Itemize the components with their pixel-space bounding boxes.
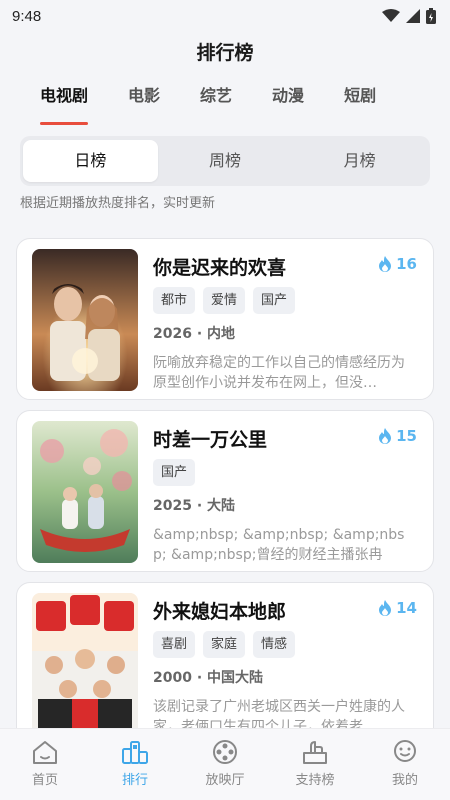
status-time: 9:48 — [12, 7, 42, 25]
ranking-card[interactable]: 你是迟来的欢喜 16 都市 爱情 国产 2026 · 内地 阮喻放弃稳定的工作以… — [16, 238, 434, 400]
tab-label: 动漫 — [272, 86, 305, 105]
tab-label: 短剧 — [344, 86, 377, 105]
wifi-icon — [382, 9, 400, 22]
tab-label: 电视剧 — [40, 86, 89, 105]
poster-image[interactable] — [32, 421, 138, 563]
ranking-card[interactable]: 时差一万公里 15 国产 2025 · 大陆 &amp;nbsp; &amp;n… — [16, 410, 434, 572]
nav-support-ranking[interactable]: 支持榜 — [270, 729, 360, 800]
tag[interactable]: 爱情 — [203, 287, 246, 314]
active-tab-indicator — [40, 122, 89, 125]
tab-label: 综艺 — [200, 86, 233, 105]
nav-label: 我的 — [391, 773, 418, 788]
ranking-list: 你是迟来的欢喜 16 都市 爱情 国产 2026 · 内地 阮喻放弃稳定的工作以… — [16, 238, 434, 754]
bottom-navigation: 首页 排行 放映厅 支持榜 我的 — [0, 728, 450, 800]
item-description: 阮喻放弃稳定的工作以自己的情感经历为原型创作小说并发布在网上，但没… — [153, 355, 405, 391]
flame-icon — [379, 428, 392, 444]
ranking-card[interactable]: 外来媳妇本地郎 14 喜剧 家庭 情感 2000 · 中国大陆 该剧记录了广州老… — [16, 582, 434, 744]
tag[interactable]: 国产 — [253, 287, 296, 314]
support-icon — [303, 741, 327, 764]
tag[interactable]: 国产 — [153, 459, 196, 486]
tab-anime[interactable]: 动漫 — [272, 82, 304, 128]
item-title: 外来媳妇本地郎 — [153, 601, 287, 623]
tag[interactable]: 情感 — [253, 631, 296, 658]
poster-image[interactable] — [32, 593, 138, 735]
poster-image[interactable] — [32, 249, 138, 391]
nav-profile[interactable]: 我的 — [360, 729, 450, 800]
nav-label: 首页 — [31, 773, 58, 788]
tab-label: 电影 — [128, 86, 161, 105]
home-icon — [33, 741, 57, 764]
tab-variety[interactable]: 综艺 — [200, 82, 232, 128]
item-description: &amp;nbsp; &amp;nbsp; &amp;nbsp; &amp;nb… — [153, 527, 405, 563]
tag-list: 喜剧 家庭 情感 — [153, 631, 296, 658]
category-tabs: 电视剧 电影 综艺 动漫 短剧 — [0, 82, 450, 128]
tag[interactable]: 喜剧 — [153, 631, 196, 658]
page-title: 排行榜 — [196, 42, 254, 64]
period-monthly[interactable]: 月榜 — [292, 140, 427, 182]
nav-ranking[interactable]: 排行 — [90, 729, 180, 800]
heat-score: 15 — [378, 427, 417, 445]
item-title: 你是迟来的欢喜 — [153, 257, 287, 279]
year-region: 2026 · 内地 — [153, 326, 236, 342]
nav-label: 放映厅 — [205, 773, 245, 788]
tag-list: 国产 — [153, 459, 196, 486]
tag[interactable]: 家庭 — [203, 631, 246, 658]
nav-home[interactable]: 首页 — [0, 729, 90, 800]
nav-label: 排行 — [121, 773, 148, 788]
year-region: 2000 · 中国大陆 — [153, 670, 264, 686]
tag[interactable]: 都市 — [153, 287, 196, 314]
film-reel-icon — [213, 740, 237, 764]
flame-icon — [379, 256, 392, 272]
tab-movies[interactable]: 电影 — [128, 82, 160, 128]
heat-value: 14 — [396, 599, 417, 617]
tag-list: 都市 爱情 国产 — [153, 287, 296, 314]
heat-score: 14 — [378, 599, 417, 617]
period-daily[interactable]: 日榜 — [23, 140, 158, 182]
tab-tv-series[interactable]: 电视剧 — [40, 82, 89, 128]
period-weekly[interactable]: 周榜 — [158, 140, 293, 182]
heat-value: 16 — [396, 255, 417, 273]
nav-screening-room[interactable]: 放映厅 — [180, 729, 270, 800]
period-segmented-control: 日榜 周榜 月榜 — [20, 136, 430, 186]
battery-icon — [426, 8, 436, 24]
flame-icon — [379, 600, 392, 616]
profile-icon — [394, 740, 416, 762]
status-icons — [382, 8, 436, 24]
item-title: 时差一万公里 — [153, 429, 268, 451]
signal-icon — [406, 9, 420, 23]
year-region: 2025 · 大陆 — [153, 498, 236, 514]
ranking-icon — [122, 741, 148, 764]
status-bar: 9:48 — [0, 0, 450, 32]
heat-value: 15 — [396, 427, 417, 445]
ranking-hint: 根据近期播放热度排名，实时更新 — [20, 196, 216, 211]
heat-score: 16 — [378, 255, 417, 273]
tab-short-drama[interactable]: 短剧 — [344, 82, 376, 128]
nav-label: 支持榜 — [295, 773, 335, 788]
